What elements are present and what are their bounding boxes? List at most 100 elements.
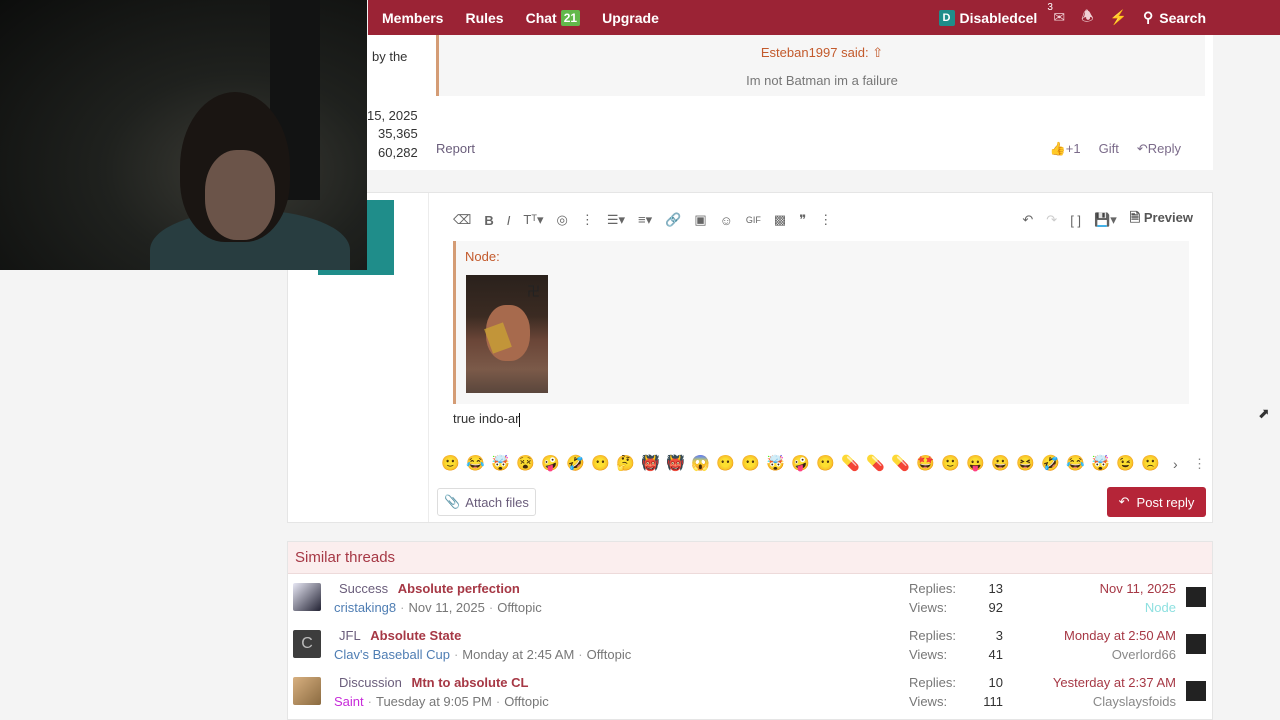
palette-icon[interactable]: ◎ xyxy=(557,212,568,228)
smilie-icon[interactable]: 😛 xyxy=(966,454,985,472)
smilie-icon[interactable]: 🤯 xyxy=(491,454,510,472)
smilie-icon[interactable]: 😉 xyxy=(1116,454,1135,472)
thread-title[interactable]: Mtn to absolute CL xyxy=(411,675,528,690)
smilie-icon[interactable]: 😱 xyxy=(691,454,710,472)
smilie-icon[interactable]: 💊 xyxy=(866,454,885,472)
last-post-user[interactable]: Node xyxy=(1100,600,1176,615)
inbox-icon[interactable]: ✉ 3 xyxy=(1047,2,1065,26)
smilie-icon[interactable]: 🤣 xyxy=(1041,454,1060,472)
smilie-icon[interactable]: 🤯 xyxy=(1091,454,1110,472)
smilie-icon[interactable]: 😆 xyxy=(1016,454,1035,472)
user-menu[interactable]: D Disabledcel xyxy=(938,9,1037,26)
smilie-icon[interactable]: 🤯 xyxy=(766,454,785,472)
thread-title[interactable]: Absolute State xyxy=(370,628,461,643)
smilie-icon[interactable]: 🙁 xyxy=(1141,454,1160,472)
bolt-icon[interactable]: ⚡ xyxy=(1110,9,1127,26)
smilie-icon[interactable]: 😵 xyxy=(516,454,535,472)
nav-members[interactable]: Members xyxy=(382,10,443,26)
thread-prefix[interactable]: Success xyxy=(339,581,388,596)
search-button[interactable]: ⚲ Search xyxy=(1143,9,1206,26)
last-post-avatar[interactable] xyxy=(1186,681,1206,701)
thread-forum[interactable]: Offtopic xyxy=(504,694,549,709)
smilie-icon[interactable]: 😂 xyxy=(1066,454,1085,472)
arrow-up-circle-icon[interactable]: ⇧ xyxy=(872,45,883,60)
attach-files-button[interactable]: 📎 Attach files xyxy=(437,488,536,516)
smilie-icon[interactable]: 😶 xyxy=(816,454,835,472)
preview-button[interactable]: 🗎 Preview xyxy=(1130,209,1193,231)
like-button[interactable]: 👍+1 xyxy=(1050,141,1081,157)
last-post-date[interactable]: Nov 11, 2025 xyxy=(1100,581,1176,600)
thread-forum[interactable]: Offtopic xyxy=(497,600,542,615)
thread-author[interactable]: Saint xyxy=(334,694,364,709)
last-post-avatar[interactable] xyxy=(1186,634,1206,654)
bell-icon[interactable]: 🕭 xyxy=(1081,6,1094,30)
thread-author[interactable]: cristaking8 xyxy=(334,600,396,615)
smilie-icon[interactable]: 🤩 xyxy=(916,454,935,472)
more-vertical-icon-3[interactable]: ⋮ xyxy=(1193,456,1206,472)
thread-author-avatar[interactable]: C xyxy=(293,630,321,658)
smilie-icon[interactable]: 😀 xyxy=(991,454,1010,472)
last-post-user[interactable]: Overlord66 xyxy=(1064,647,1176,662)
undo-icon[interactable]: ↶ xyxy=(1022,212,1033,228)
smilie-icon[interactable]: 🙂 xyxy=(941,454,960,472)
redo-icon[interactable]: ↷ xyxy=(1046,212,1057,228)
thread-row[interactable]: C JFL Absolute State Clav's Baseball Cup… xyxy=(288,625,1214,671)
thread-author[interactable]: Clav's Baseball Cup xyxy=(334,647,450,662)
more-vertical-icon-2[interactable]: ⋮ xyxy=(819,212,832,228)
smilie-icon[interactable]: 😶 xyxy=(716,454,735,472)
thread-author-avatar[interactable] xyxy=(293,583,321,611)
last-post-date[interactable]: Monday at 2:50 AM xyxy=(1064,628,1176,647)
last-post-user[interactable]: Clayslaysfoids xyxy=(1053,694,1176,709)
align-icon[interactable]: ≡▾ xyxy=(638,212,652,228)
smilie-icon[interactable]: 👹 xyxy=(666,454,685,472)
smilie-icon[interactable]: 💊 xyxy=(891,454,910,472)
thread-prefix[interactable]: Discussion xyxy=(339,675,402,690)
mouse-cursor-icon: ⬈ xyxy=(1258,405,1270,421)
smilie-icon[interactable]: 🙂 xyxy=(441,454,460,472)
bold-icon[interactable]: B xyxy=(484,213,493,228)
nav-rules[interactable]: Rules xyxy=(465,10,503,26)
smilie-icon[interactable]: 😂 xyxy=(466,454,485,472)
post-reply-label: Post reply xyxy=(1136,494,1195,510)
thread-title[interactable]: Absolute perfection xyxy=(398,581,520,596)
list-icon[interactable]: ☰▾ xyxy=(607,212,625,228)
quote-icon[interactable]: ❞ xyxy=(799,212,806,228)
smilie-icon[interactable]: 😶 xyxy=(741,454,760,472)
smilie-icon[interactable]: 🤔 xyxy=(616,454,635,472)
editor-text-input[interactable]: true indo-ar xyxy=(453,411,521,427)
link-icon[interactable]: 🔗 xyxy=(665,212,681,228)
editor-quote-block[interactable]: Node: 卍 xyxy=(453,241,1189,404)
drafts-icon[interactable]: 💾▾ xyxy=(1094,212,1117,228)
gif-icon[interactable]: GIF xyxy=(746,215,761,225)
text-size-icon[interactable]: Tᵀ▾ xyxy=(523,212,543,228)
reply-button[interactable]: ↶Reply xyxy=(1137,141,1181,157)
quoted-image-symbol: 卍 xyxy=(526,284,540,299)
gift-button[interactable]: Gift xyxy=(1099,141,1119,157)
smilie-icon[interactable]: 👹 xyxy=(641,454,660,472)
smilie-icon[interactable]: 🤣 xyxy=(566,454,585,472)
last-post-date[interactable]: Yesterday at 2:37 AM xyxy=(1053,675,1176,694)
nav-chat[interactable]: Chat 21 xyxy=(526,9,581,26)
quote-author[interactable]: Esteban1997 said: ⇧ xyxy=(439,45,1205,61)
more-vertical-icon[interactable]: ⋮ xyxy=(581,212,594,228)
smilie-icon[interactable]: 🤪 xyxy=(791,454,810,472)
thread-row[interactable]: Discussion Mtn to absolute CL Saint · Tues… xyxy=(288,672,1214,718)
nav-upgrade[interactable]: Upgrade xyxy=(602,10,659,26)
post-reply-button[interactable]: ↶ Post reply xyxy=(1107,487,1206,517)
smiley-icon[interactable]: ☺ xyxy=(720,213,733,228)
media-icon[interactable]: ▩ xyxy=(774,212,786,228)
smilie-icon[interactable]: 🤪 xyxy=(541,454,560,472)
smilie-icon[interactable]: 😶 xyxy=(591,454,610,472)
image-icon[interactable]: ▣ xyxy=(694,212,706,228)
thread-row[interactable]: Success Absolute perfection cristaking8 ·… xyxy=(288,578,1214,624)
last-post-avatar[interactable] xyxy=(1186,587,1206,607)
thread-forum[interactable]: Offtopic xyxy=(587,647,632,662)
italic-icon[interactable]: I xyxy=(507,213,511,228)
bbcode-icon[interactable]: [ ] xyxy=(1070,213,1081,228)
eraser-icon[interactable]: ⌫ xyxy=(453,212,471,228)
chevron-right-icon[interactable]: › xyxy=(1173,456,1178,472)
report-link[interactable]: Report xyxy=(436,141,475,156)
thread-prefix[interactable]: JFL xyxy=(339,628,361,643)
smilie-icon[interactable]: 💊 xyxy=(841,454,860,472)
thread-author-avatar[interactable] xyxy=(293,677,321,705)
